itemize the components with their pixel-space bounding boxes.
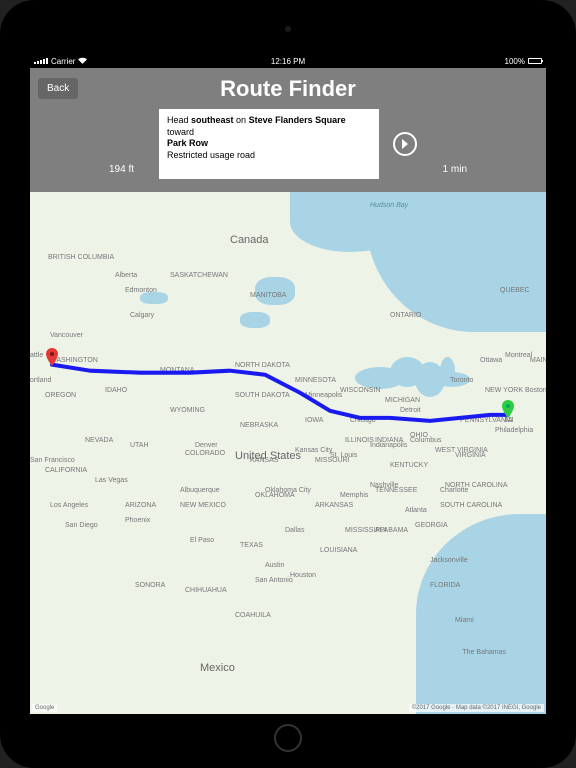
label-bahamas: The Bahamas: [462, 649, 506, 656]
tablet-frame: Carrier 12:16 PM 100% Back Route Finder …: [0, 0, 576, 768]
step-duration: 1 min: [431, 164, 467, 179]
next-step-button[interactable]: [393, 132, 417, 156]
status-bar: Carrier 12:16 PM 100%: [30, 54, 546, 68]
map-view[interactable]: Canada United States Mexico Hudson Bay T…: [30, 192, 546, 714]
map-attribution: ©2017 Google · Map data ©2017 INEGI, Goo…: [409, 704, 544, 712]
label-mexico: Mexico: [200, 662, 235, 674]
battery-percent: 100%: [505, 57, 525, 66]
header: Back Route Finder 194 ft Head southeast …: [30, 68, 546, 192]
label-hudson: Hudson Bay: [370, 202, 408, 209]
tablet-camera: [285, 26, 291, 32]
signal-icon: [34, 58, 48, 64]
label-canada: Canada: [230, 234, 269, 246]
battery-icon: [528, 58, 542, 64]
map-logo: Google: [32, 704, 57, 712]
origin-pin[interactable]: [46, 348, 58, 366]
instruction-row: 194 ft Head southeast on Steve Flanders …: [38, 109, 538, 179]
back-button[interactable]: Back: [38, 78, 78, 99]
carrier-label: Carrier: [51, 57, 75, 66]
wifi-icon: [78, 57, 87, 66]
instruction-card: Head southeast on Steve Flanders Square …: [159, 109, 379, 179]
destination-pin[interactable]: [502, 400, 514, 418]
home-button[interactable]: [274, 724, 302, 752]
clock: 12:16 PM: [271, 57, 305, 66]
chevron-right-icon: [400, 139, 410, 149]
page-title: Route Finder: [220, 76, 356, 102]
step-distance: 194 ft: [109, 164, 145, 179]
screen: Carrier 12:16 PM 100% Back Route Finder …: [30, 54, 546, 714]
